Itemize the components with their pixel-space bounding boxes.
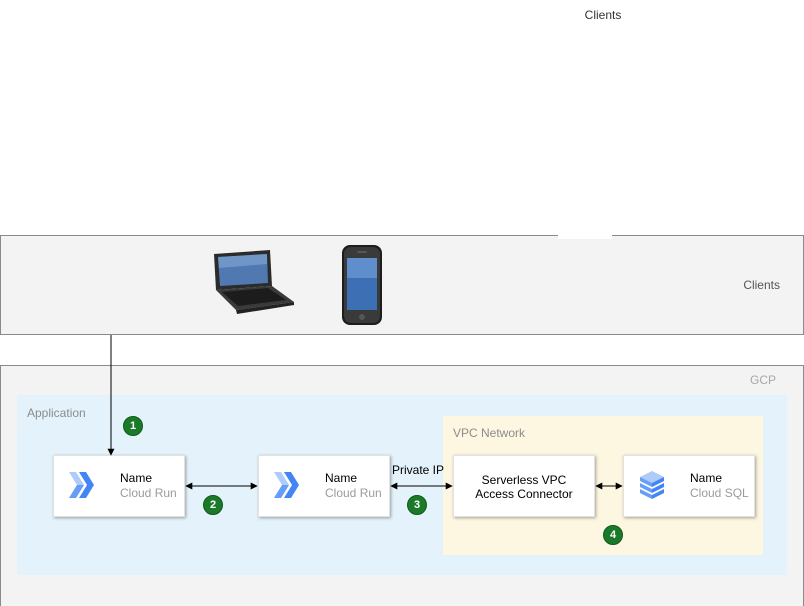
step-badge-2: 2	[203, 495, 223, 515]
step-badge-1: 1	[123, 416, 143, 436]
edges-layer	[107, 335, 623, 490]
step-badge-3: 3	[407, 495, 427, 515]
step-badge-4: 4	[603, 525, 623, 545]
private-ip-label: Private IP	[392, 463, 445, 477]
